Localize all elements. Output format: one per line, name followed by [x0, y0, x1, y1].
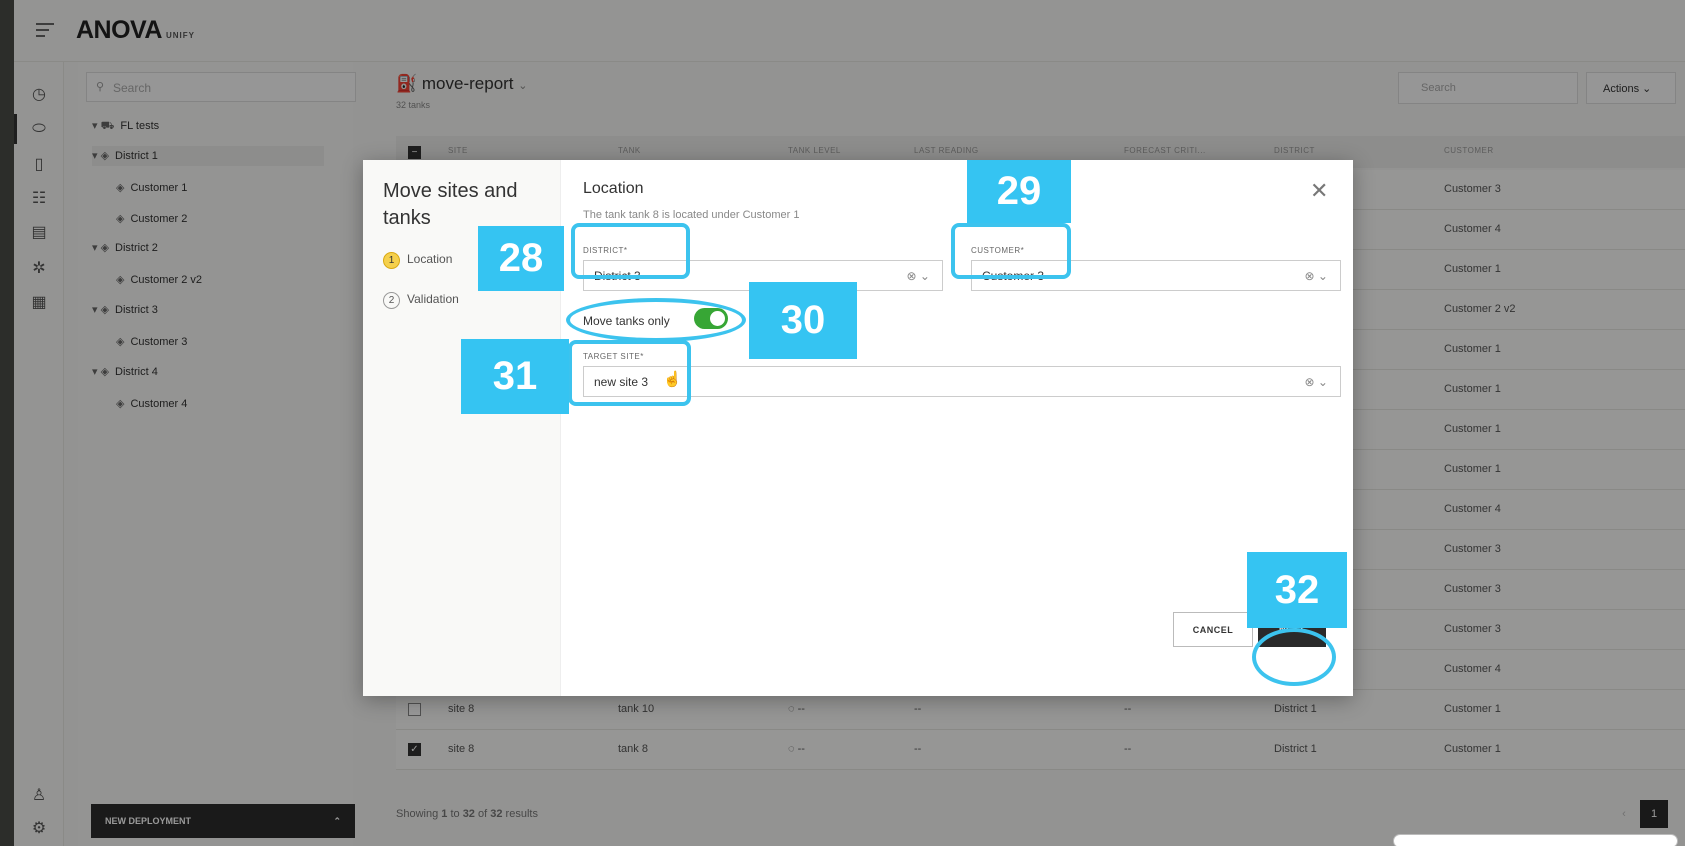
highlight-toggle	[566, 298, 746, 342]
dialog-title: Move sites and tanks	[383, 180, 518, 229]
annotation-badge: 29	[967, 160, 1071, 223]
clear-chevron-icon[interactable]: ⊗ ⌄	[907, 269, 930, 283]
target-site-select[interactable]: new site 3 ⊗ ⌄	[583, 366, 1341, 397]
annotation-badge: 32	[1247, 552, 1347, 628]
highlight-next	[1252, 628, 1336, 686]
cancel-button[interactable]: CANCEL	[1173, 612, 1253, 647]
step-location[interactable]: 1 Location	[383, 252, 452, 269]
floating-widget[interactable]	[1393, 834, 1678, 846]
annotation-badge: 30	[749, 282, 857, 359]
section-description: The tank tank 8 is located under Custome…	[583, 209, 800, 221]
highlight-customer	[951, 223, 1071, 279]
highlight-target-site	[568, 340, 691, 406]
annotation-badge: 31	[461, 339, 569, 414]
clear-chevron-icon[interactable]: ⊗ ⌄	[1305, 375, 1328, 389]
section-title: Location	[583, 180, 644, 197]
highlight-district	[571, 223, 690, 279]
close-icon[interactable]: ✕	[1310, 178, 1328, 204]
step-validation[interactable]: 2 Validation	[383, 292, 459, 309]
clear-chevron-icon[interactable]: ⊗ ⌄	[1305, 269, 1328, 283]
annotation-badge: 28	[478, 226, 564, 291]
